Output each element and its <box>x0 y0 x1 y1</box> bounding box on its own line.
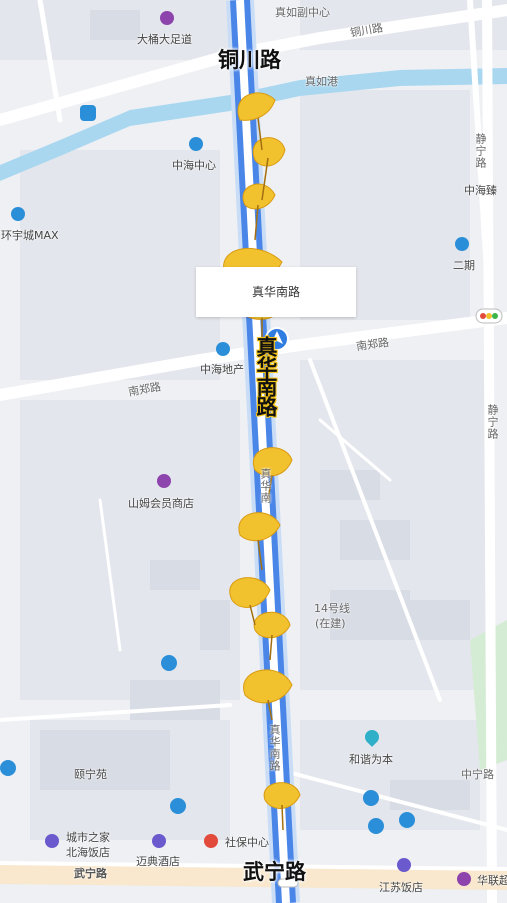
hotel-icon[interactable] <box>45 834 59 848</box>
landmark-icon[interactable] <box>204 834 218 848</box>
poi-beihai[interactable]: 北海饭店 <box>66 844 110 860</box>
shopping-bag-icon[interactable] <box>457 872 471 886</box>
road-label-jingning-lower: 静宁路 <box>486 404 499 440</box>
title-road-bottom: 武宁路 <box>243 860 306 884</box>
road-info-card[interactable]: 真华南路 <box>196 267 356 317</box>
poi-zhonghai-realty[interactable]: 中海地产 <box>200 361 244 377</box>
title-road-main: 真华南路 <box>254 336 278 416</box>
shopping-bag-icon[interactable] <box>157 474 171 488</box>
building-icon[interactable] <box>455 237 469 251</box>
parking-icon[interactable] <box>170 798 186 814</box>
road-info-card-label: 真华南路 <box>251 285 300 299</box>
poi-sams[interactable]: 山姆会员商店 <box>128 495 194 511</box>
hotel-icon[interactable] <box>152 834 166 848</box>
poi-datong[interactable]: 大桶大足道 <box>137 31 192 47</box>
road-label-line14-status: (在建) <box>315 617 346 630</box>
parking-icon[interactable] <box>161 655 177 671</box>
poi-yining[interactable]: 颐宁苑 <box>74 766 107 782</box>
poi-zhonghai-center[interactable]: 中海中心 <box>172 157 216 173</box>
building-icon[interactable] <box>11 207 25 221</box>
building-icon[interactable] <box>216 342 230 356</box>
poi-jiangsu[interactable]: 江苏饭店 <box>379 879 423 895</box>
road-label-line14: 14号线 <box>314 602 350 615</box>
poi-city-home[interactable]: 城市之家 <box>66 829 110 845</box>
parking-icon[interactable] <box>368 818 384 834</box>
poi-phase2[interactable]: 二期 <box>453 257 475 273</box>
road-label-zhenrugang: 真如港 <box>305 75 338 88</box>
bus-stop-icon[interactable] <box>80 105 96 121</box>
poi-social-security[interactable]: 社保中心 <box>225 834 269 850</box>
poi-zhonghai-right[interactable]: 中海臻 <box>464 182 497 198</box>
title-road-top: 铜川路 <box>218 48 281 72</box>
parking-icon[interactable] <box>0 760 16 776</box>
hotel-icon[interactable] <box>397 858 411 872</box>
poi-huanyu[interactable]: 环宇城MAX <box>1 227 59 243</box>
shopping-bag-icon[interactable] <box>160 11 174 25</box>
road-label-zhongning: 中宁路 <box>461 768 494 781</box>
road-label-zhenhuanan-low: 真华南路 <box>268 724 281 772</box>
parking-icon[interactable] <box>399 812 415 828</box>
poi-hexie[interactable]: 和谐为本 <box>349 751 393 767</box>
road-label-jingning-upper: 静宁路 <box>474 133 487 169</box>
building-icon[interactable] <box>189 137 203 151</box>
poi-hualian[interactable]: 华联超 <box>477 872 507 888</box>
road-label-zhenru-fuzhongxin: 真如副中心 <box>275 6 330 19</box>
road-label-zhenhuanan-mid: 真华南 <box>259 468 272 504</box>
poi-maidian[interactable]: 迈典酒店 <box>136 853 180 869</box>
road-label-wuning-left: 武宁路 <box>74 867 107 880</box>
parking-icon[interactable] <box>363 790 379 806</box>
